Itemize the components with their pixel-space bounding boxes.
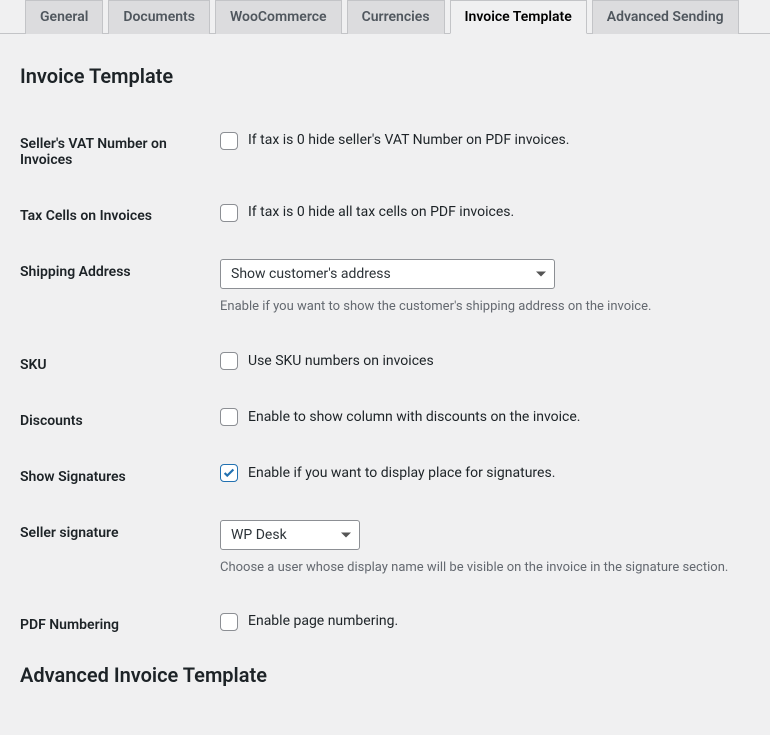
tab-advanced-sending[interactable]: Advanced Sending [592, 0, 739, 34]
label-pdfnum: PDF Numbering [20, 597, 220, 653]
tab-documents[interactable]: Documents [108, 0, 210, 34]
check-icon [222, 466, 236, 480]
checkbox-sku[interactable] [220, 352, 238, 370]
settings-content: Invoice Template Seller's VAT Number on … [0, 34, 770, 735]
tab-invoice-template[interactable]: Invoice Template [450, 0, 587, 34]
checkbox-pdfnum[interactable] [220, 613, 238, 631]
checkbox-vat[interactable] [220, 132, 238, 150]
tab-general[interactable]: General [25, 0, 103, 34]
checkbox-label-pdfnum: Enable page numbering. [248, 612, 398, 632]
settings-table: Seller's VAT Number on Invoices If tax i… [20, 116, 750, 653]
select-shipping-address[interactable]: Show customer's address [220, 259, 555, 289]
label-discounts: Discounts [20, 393, 220, 449]
checkbox-taxcells[interactable] [220, 204, 238, 222]
section-heading-advanced-invoice-template: Advanced Invoice Template [20, 663, 750, 687]
select-seller-signature[interactable]: WP Desk [220, 520, 360, 550]
checkbox-label-vat: If tax is 0 hide seller's VAT Number on … [248, 131, 569, 151]
checkbox-label-taxcells: If tax is 0 hide all tax cells on PDF in… [248, 203, 514, 223]
checkbox-discounts[interactable] [220, 408, 238, 426]
tab-woocommerce[interactable]: WooCommerce [215, 0, 342, 34]
label-shipping: Shipping Address [20, 244, 220, 337]
label-vat: Seller's VAT Number on Invoices [20, 116, 220, 188]
checkbox-label-signatures: Enable if you want to display place for … [248, 464, 555, 484]
select-sellersig-value: WP Desk [231, 525, 287, 545]
select-shipping-value: Show customer's address [231, 264, 391, 284]
desc-shipping: Enable if you want to show the customer'… [220, 297, 740, 317]
tab-bar: General Documents WooCommerce Currencies… [0, 0, 770, 34]
desc-sellersig: Choose a user whose display name will be… [220, 558, 740, 578]
label-signatures: Show Signatures [20, 449, 220, 505]
checkbox-label-sku: Use SKU numbers on invoices [248, 352, 434, 372]
label-sku: SKU [20, 337, 220, 393]
checkbox-label-discounts: Enable to show column with discounts on … [248, 408, 580, 428]
checkbox-signatures[interactable] [220, 464, 238, 482]
label-sellersig: Seller signature [20, 505, 220, 598]
section-heading-invoice-template: Invoice Template [20, 64, 750, 88]
tab-currencies[interactable]: Currencies [347, 0, 445, 34]
label-taxcells: Tax Cells on Invoices [20, 188, 220, 244]
